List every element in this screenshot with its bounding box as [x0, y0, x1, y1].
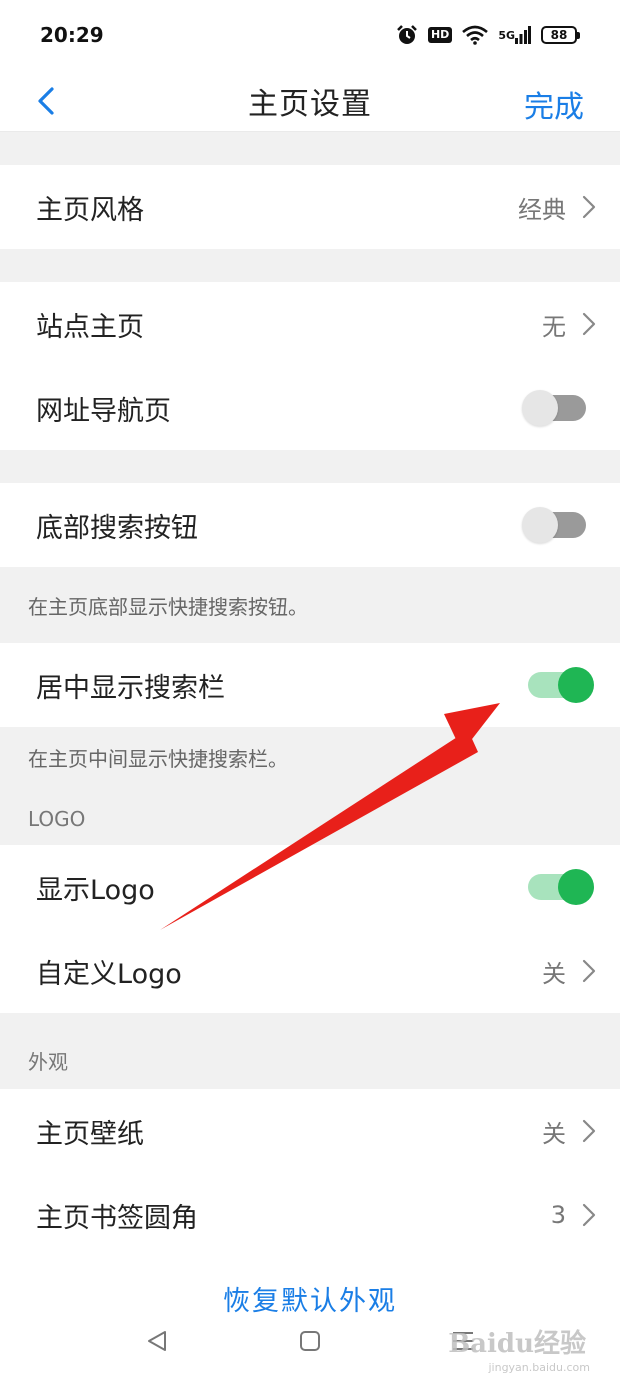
- watermark-logo: Baidu经验: [448, 1329, 586, 1359]
- chevron-right-icon: [580, 958, 598, 984]
- wifi-icon: [462, 25, 489, 45]
- center-search-label: 居中显示搜索栏: [36, 672, 225, 704]
- network-label: 5G: [498, 28, 515, 42]
- wallpaper-value: 关: [542, 1119, 566, 1148]
- bottom-search-toggle[interactable]: [522, 507, 586, 543]
- hd-icon: HD: [427, 27, 453, 43]
- alarm-icon: [396, 24, 418, 46]
- status-icons: HD 5G 88: [396, 24, 580, 46]
- url-nav-row: 网址导航页: [0, 366, 620, 450]
- site-home-value: 无: [542, 312, 566, 341]
- url-nav-toggle[interactable]: [522, 390, 586, 426]
- chevron-right-icon: [580, 311, 598, 337]
- show-logo-row: 显示Logo: [0, 845, 620, 929]
- url-nav-label: 网址导航页: [36, 395, 171, 427]
- status-bar: 20:29 HD 5G 88: [0, 0, 620, 70]
- home-style-row[interactable]: 主页风格 经典: [0, 165, 620, 249]
- back-button[interactable]: [28, 82, 64, 120]
- site-home-label: 站点主页: [36, 311, 144, 343]
- center-search-toggle[interactable]: [528, 667, 594, 703]
- show-logo-toggle[interactable]: [528, 869, 594, 905]
- bookmark-radius-label: 主页书签圆角: [36, 1202, 198, 1234]
- chevron-right-icon: [580, 194, 598, 220]
- wallpaper-row[interactable]: 主页壁纸 关: [0, 1089, 620, 1173]
- custom-logo-row[interactable]: 自定义Logo 关: [0, 929, 620, 1013]
- 5g-signal-icon: 5G: [498, 26, 531, 44]
- custom-logo-label: 自定义Logo: [36, 958, 182, 990]
- custom-logo-value: 关: [542, 959, 566, 988]
- divider: [0, 249, 620, 282]
- bottom-search-row: 底部搜索按钮: [0, 483, 620, 567]
- bottom-search-note: 在主页底部显示快捷搜索按钮。: [0, 567, 620, 643]
- watermark-url: jingyan.baidu.com: [488, 1361, 590, 1374]
- battery-level: 88: [541, 26, 577, 44]
- divider: [0, 132, 620, 165]
- battery-icon: 88: [541, 26, 580, 44]
- section-header-logo: LOGO: [0, 787, 620, 845]
- home-style-value: 经典: [518, 195, 566, 224]
- divider: [0, 450, 620, 483]
- center-search-row: 居中显示搜索栏: [0, 643, 620, 727]
- show-logo-label: 显示Logo: [36, 874, 155, 906]
- bottom-search-label: 底部搜索按钮: [36, 512, 198, 544]
- header-bar: 主页设置 完成: [0, 70, 620, 132]
- done-button[interactable]: 完成: [524, 82, 584, 126]
- back-triangle-icon[interactable]: [145, 1329, 169, 1353]
- chevron-right-icon: [580, 1118, 598, 1144]
- chevron-left-icon: [38, 87, 54, 115]
- home-style-label: 主页风格: [36, 194, 144, 226]
- bookmark-radius-value: 3: [550, 1201, 566, 1229]
- home-square-icon[interactable]: [299, 1330, 321, 1352]
- center-search-note: 在主页中间显示快捷搜索栏。: [0, 727, 620, 787]
- site-home-row[interactable]: 站点主页 无: [0, 282, 620, 366]
- status-time: 20:29: [40, 23, 104, 47]
- bookmark-radius-row[interactable]: 主页书签圆角 3: [0, 1173, 620, 1257]
- chevron-right-icon: [580, 1202, 598, 1228]
- section-header-appearance: 外观: [0, 1013, 620, 1089]
- wallpaper-label: 主页壁纸: [36, 1118, 144, 1150]
- page-title: 主页设置: [248, 86, 372, 122]
